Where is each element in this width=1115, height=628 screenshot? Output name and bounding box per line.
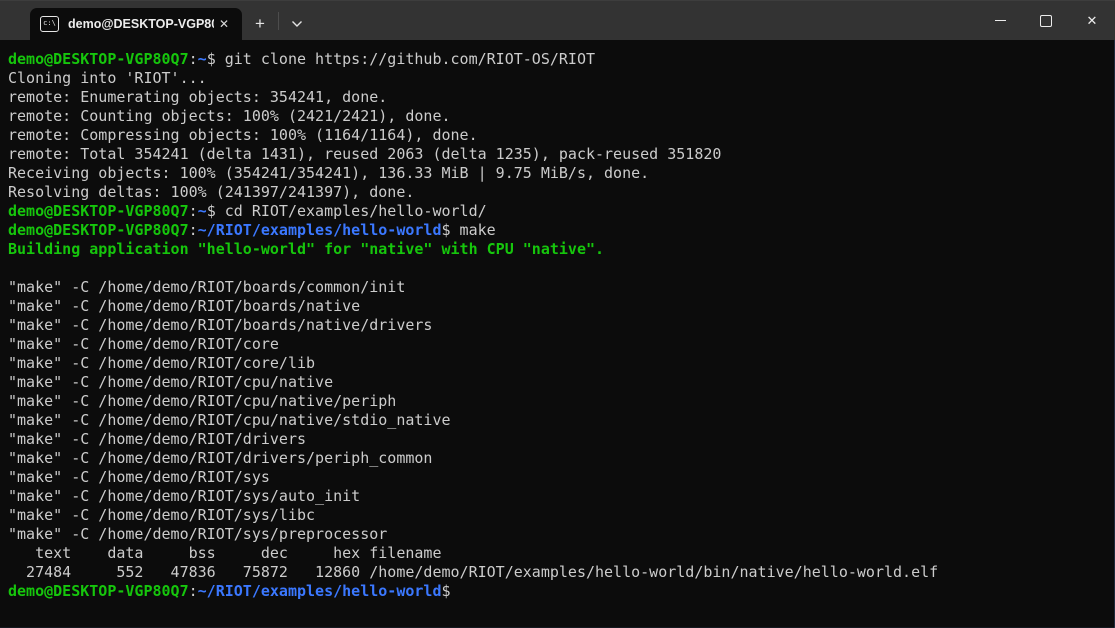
new-tab-button[interactable]: +	[242, 8, 278, 40]
terminal-line: demo@DESKTOP-VGP80Q7:~/RIOT/examples/hel…	[8, 221, 1107, 240]
terminal-line: "make" -C /home/demo/RIOT/sys	[8, 468, 1107, 487]
terminal-line: demo@DESKTOP-VGP80Q7:~$ cd RIOT/examples…	[8, 202, 1107, 221]
minimize-icon	[995, 20, 1006, 21]
terminal-line: remote: Enumerating objects: 354241, don…	[8, 88, 1107, 107]
terminal-line: "make" -C /home/demo/RIOT/drivers/periph…	[8, 449, 1107, 468]
minimize-button[interactable]	[977, 1, 1023, 40]
maximize-icon	[1040, 15, 1052, 27]
terminal-line: "make" -C /home/demo/RIOT/boards/native/…	[8, 316, 1107, 335]
terminal-line: demo@DESKTOP-VGP80Q7:~/RIOT/examples/hel…	[8, 582, 1107, 601]
terminal-line: Cloning into 'RIOT'...	[8, 69, 1107, 88]
terminal-line: Building application "hello-world" for "…	[8, 240, 1107, 259]
terminal-line: "make" -C /home/demo/RIOT/drivers	[8, 430, 1107, 449]
terminal-line: "make" -C /home/demo/RIOT/core/lib	[8, 354, 1107, 373]
terminal-line: demo@DESKTOP-VGP80Q7:~$ git clone https:…	[8, 50, 1107, 69]
terminal-line: "make" -C /home/demo/RIOT/boards/native	[8, 297, 1107, 316]
terminal-line: "make" -C /home/demo/RIOT/sys/preprocess…	[8, 525, 1107, 544]
terminal-line: remote: Total 354241 (delta 1431), reuse…	[8, 145, 1107, 164]
terminal-line: remote: Counting objects: 100% (2421/242…	[8, 107, 1107, 126]
terminal-line: remote: Compressing objects: 100% (1164/…	[8, 126, 1107, 145]
terminal-line: 27484 552 47836 75872 12860 /home/demo/R…	[8, 563, 1107, 582]
terminal-line: "make" -C /home/demo/RIOT/core	[8, 335, 1107, 354]
chevron-down-icon	[291, 20, 303, 28]
terminal[interactable]: demo@DESKTOP-VGP80Q7:~$ git clone https:…	[0, 40, 1115, 601]
titlebar: c:\ demo@DESKTOP-VGP80Q7: ~ ✕ + ✕	[0, 0, 1115, 40]
terminal-line	[8, 259, 1107, 278]
terminal-line: "make" -C /home/demo/RIOT/cpu/native/std…	[8, 411, 1107, 430]
command-prompt-icon: c:\	[40, 16, 59, 32]
close-icon: ✕	[1087, 13, 1098, 29]
terminal-line: Resolving deltas: 100% (241397/241397), …	[8, 183, 1107, 202]
terminal-line: Receiving objects: 100% (354241/354241),…	[8, 164, 1107, 183]
terminal-line: "make" -C /home/demo/RIOT/sys/libc	[8, 506, 1107, 525]
terminal-line: "make" -C /home/demo/RIOT/sys/auto_init	[8, 487, 1107, 506]
terminal-line: "make" -C /home/demo/RIOT/cpu/native/per…	[8, 392, 1107, 411]
terminal-window: c:\ demo@DESKTOP-VGP80Q7: ~ ✕ + ✕ demo@D…	[0, 0, 1115, 628]
tab-close-button[interactable]: ✕	[214, 15, 234, 33]
tab-active[interactable]: c:\ demo@DESKTOP-VGP80Q7: ~ ✕	[30, 8, 242, 40]
terminal-line: "make" -C /home/demo/RIOT/cpu/native	[8, 373, 1107, 392]
tab-title: demo@DESKTOP-VGP80Q7: ~	[68, 17, 214, 31]
maximize-button[interactable]	[1023, 1, 1069, 40]
terminal-output: demo@DESKTOP-VGP80Q7:~$ git clone https:…	[8, 50, 1107, 601]
terminal-line: text data bss dec hex filename	[8, 544, 1107, 563]
tab-dropdown-button[interactable]	[279, 8, 315, 40]
close-button[interactable]: ✕	[1069, 1, 1115, 40]
terminal-line: "make" -C /home/demo/RIOT/boards/common/…	[8, 278, 1107, 297]
